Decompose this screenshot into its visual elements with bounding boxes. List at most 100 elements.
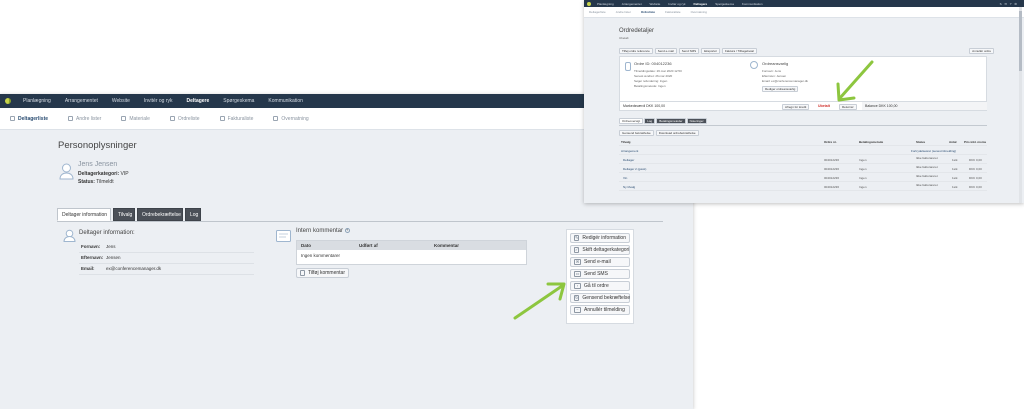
edit-information-button[interactable]: ✎ Redigér information	[570, 233, 630, 243]
order-sub-buttons: Gensend bekræftelse Download ordrebekræf…	[619, 130, 699, 136]
nav-planning[interactable]: Planlægning	[16, 98, 58, 104]
tab-participant-info[interactable]: Deltager information	[57, 208, 111, 221]
comment-empty: Ingen kommentarer	[301, 253, 341, 258]
tab-order-confirmation[interactable]: Ordrebekræftelse	[137, 208, 183, 221]
go-to-order-button[interactable]: › Gå til ordre	[570, 281, 630, 291]
scrollbar[interactable]	[1019, 7, 1022, 203]
person-status: Status: Tilmeldt	[78, 179, 114, 185]
send-email-button[interactable]: ✉ Send e-mail	[570, 257, 630, 267]
subnav-participant-list[interactable]: Deltagerliste	[0, 116, 58, 122]
top-right-icons[interactable]: S ✉ ? ⚙	[1000, 2, 1024, 6]
nav-survey[interactable]: Spørgeskema	[216, 98, 261, 104]
table-row[interactable]: Deltager 2 (gæst) 004012236 Ingen Ikke f…	[619, 165, 987, 173]
subnav-other-lists[interactable]: Andre lister	[58, 116, 111, 122]
owner-avatar-icon	[750, 61, 758, 69]
nav-website[interactable]: Website	[646, 2, 665, 6]
cancel-order-button[interactable]: Annullér ordre	[969, 48, 994, 54]
subnav-invoice-list[interactable]: Fakturaliste	[660, 10, 686, 14]
checkmark-icon: ✓	[574, 247, 580, 253]
field-firstname: Fornavn: Jens	[79, 242, 254, 253]
subnav-order-list[interactable]: Ordreliste	[636, 10, 660, 14]
tab-order-overview[interactable]: Ordreoversigt	[619, 118, 644, 124]
resend-confirmation-button[interactable]: Gensend bekræftelse	[619, 130, 654, 136]
info-fields: Fornavn: Jens Efternavn: Jensen Email: ex@c…	[79, 242, 254, 275]
total-value: Markedsværdi DKK 100,00	[623, 104, 666, 108]
nav-invite[interactable]: Invitér og ryk	[137, 98, 180, 104]
tab-payment-methods[interactable]: Betalingsmetoder	[656, 118, 686, 124]
person-category: Deltagerkategori: VIP	[78, 171, 129, 177]
nav-event[interactable]: Arrangementet	[58, 98, 105, 104]
nav-participants[interactable]: Deltagere	[690, 2, 712, 6]
logo-icon[interactable]	[0, 94, 16, 108]
document-icon	[121, 116, 127, 121]
edit-owner-button[interactable]: Rediger ordreansvarlig	[762, 86, 799, 92]
nav-participants[interactable]: Deltagere	[180, 98, 217, 104]
table-row[interactable]: Vin 004012236 Ingen Ikke fakturareret 1s…	[619, 174, 987, 182]
cancel-registration-button[interactable]: − Annullér tilmelding	[570, 305, 630, 315]
tab-addons[interactable]: Tilvalg	[113, 208, 135, 221]
nav-invite[interactable]: Invitér og ryk	[664, 2, 689, 6]
send-sms-button[interactable]: Send SMS	[678, 48, 700, 54]
subnav-other-lists[interactable]: Andre lister	[611, 10, 636, 14]
comment-icon	[276, 229, 291, 242]
subnav-accommodation[interactable]: Overnatning	[686, 10, 712, 14]
comment-heading: Intern kommentar ?	[296, 228, 350, 235]
order-totals-bar: Markedsværdi DKK 100,00 Afregn for kredi…	[619, 101, 987, 111]
payment-status: Ubetalt	[818, 104, 830, 108]
subnav-participant-list[interactable]: Deltagerliste	[584, 10, 611, 14]
envelope-icon: ✉	[574, 259, 581, 265]
add-comment-button[interactable]: Tilføj kommentar	[296, 268, 349, 280]
logo-icon[interactable]	[584, 1, 593, 6]
action-panel: ✎ Redigér information ✓ Skift deltagerkate…	[566, 229, 634, 324]
subnav-material[interactable]: Materiale	[111, 116, 160, 122]
tab-divider	[57, 221, 663, 222]
pencil-icon: ✎	[574, 235, 580, 241]
subnav-accommodation[interactable]: Overnatning	[263, 116, 318, 122]
sms-icon: ▭	[574, 271, 581, 277]
nav-planning[interactable]: Planlægning	[593, 2, 618, 6]
invoice-refund-button[interactable]: Faktura / Tilbagebetal	[721, 48, 757, 54]
export-button[interactable]: Eksportér	[701, 48, 720, 54]
tab-notes[interactable]: Noteringer	[686, 118, 707, 124]
top-navigation-small: Planlægning Arrangementet Website Invité…	[584, 0, 1024, 7]
resend-confirmation-button[interactable]: ↻ Gensend bekræftelse	[570, 293, 630, 303]
nav-communication[interactable]: Kommunikation	[738, 2, 767, 6]
download-confirmation-button[interactable]: Download ordrebekræftelse	[655, 130, 699, 136]
order-id: Ordre ID: 004012236	[634, 61, 672, 66]
info-heading: Deltager information:	[79, 230, 135, 236]
order-meta: Tilmeldingsdato: 26.mar 2020 12:50 Senes…	[634, 69, 682, 88]
field-lastname: Efternavn: Jensen	[79, 253, 254, 264]
send-email-button[interactable]: Send e-mail	[654, 48, 677, 54]
nav-website[interactable]: Website	[105, 98, 137, 104]
nav-communication[interactable]: Kommunikation	[261, 98, 309, 104]
page-title: Personoplysninger	[58, 140, 137, 151]
highlight-arrow-icon	[836, 60, 874, 102]
owner-meta: Fornavn: Jens Efternavn: Jensen Email: e…	[762, 69, 808, 83]
change-category-button[interactable]: ✓ Skift deltagerkategori	[570, 245, 630, 255]
settle-credit-button[interactable]: Afregn for kredit	[782, 103, 810, 110]
nav-event[interactable]: Arrangementet	[618, 2, 646, 6]
avatar-icon	[59, 163, 74, 180]
help-icon[interactable]: ?	[344, 228, 350, 233]
bed-icon	[273, 116, 279, 121]
subnav-order-list[interactable]: Ordreliste	[160, 116, 210, 122]
table-row[interactable]: Ny tilvalg 004012236 Ingen Ikke fakturar…	[619, 183, 987, 191]
minus-icon: −	[574, 307, 581, 313]
send-sms-button[interactable]: ▭ Send SMS	[570, 269, 630, 279]
comment-table: Dato Udført af Kommentar Ingen kommentar…	[296, 240, 527, 265]
owner-heading: Ordreansvarlig	[762, 61, 789, 66]
tab-bar: Deltager information Tilvalg Ordrebekræf…	[57, 208, 682, 222]
add-order-reference-button[interactable]: Tilføj ordre reference	[619, 48, 653, 54]
return-button[interactable]: Returnér	[839, 103, 857, 110]
table-row[interactable]: Deltager 004012236 Ingen Ikke fakturarer…	[619, 156, 987, 164]
tab-log[interactable]: Log	[644, 118, 656, 124]
subnav-invoice-list[interactable]: Fakturaliste	[210, 116, 264, 122]
order-subtitle: Ubetalt	[619, 36, 629, 40]
tab-log[interactable]: Log	[185, 208, 201, 221]
order-icon	[169, 116, 175, 121]
order-icon	[625, 62, 631, 71]
highlight-arrow-icon	[513, 282, 566, 320]
order-group-row: Arrangement Fortrydelsesret (senest tilm…	[619, 147, 987, 155]
arrow-right-icon: ›	[574, 283, 581, 289]
nav-survey[interactable]: Spørgeskema	[711, 2, 738, 6]
